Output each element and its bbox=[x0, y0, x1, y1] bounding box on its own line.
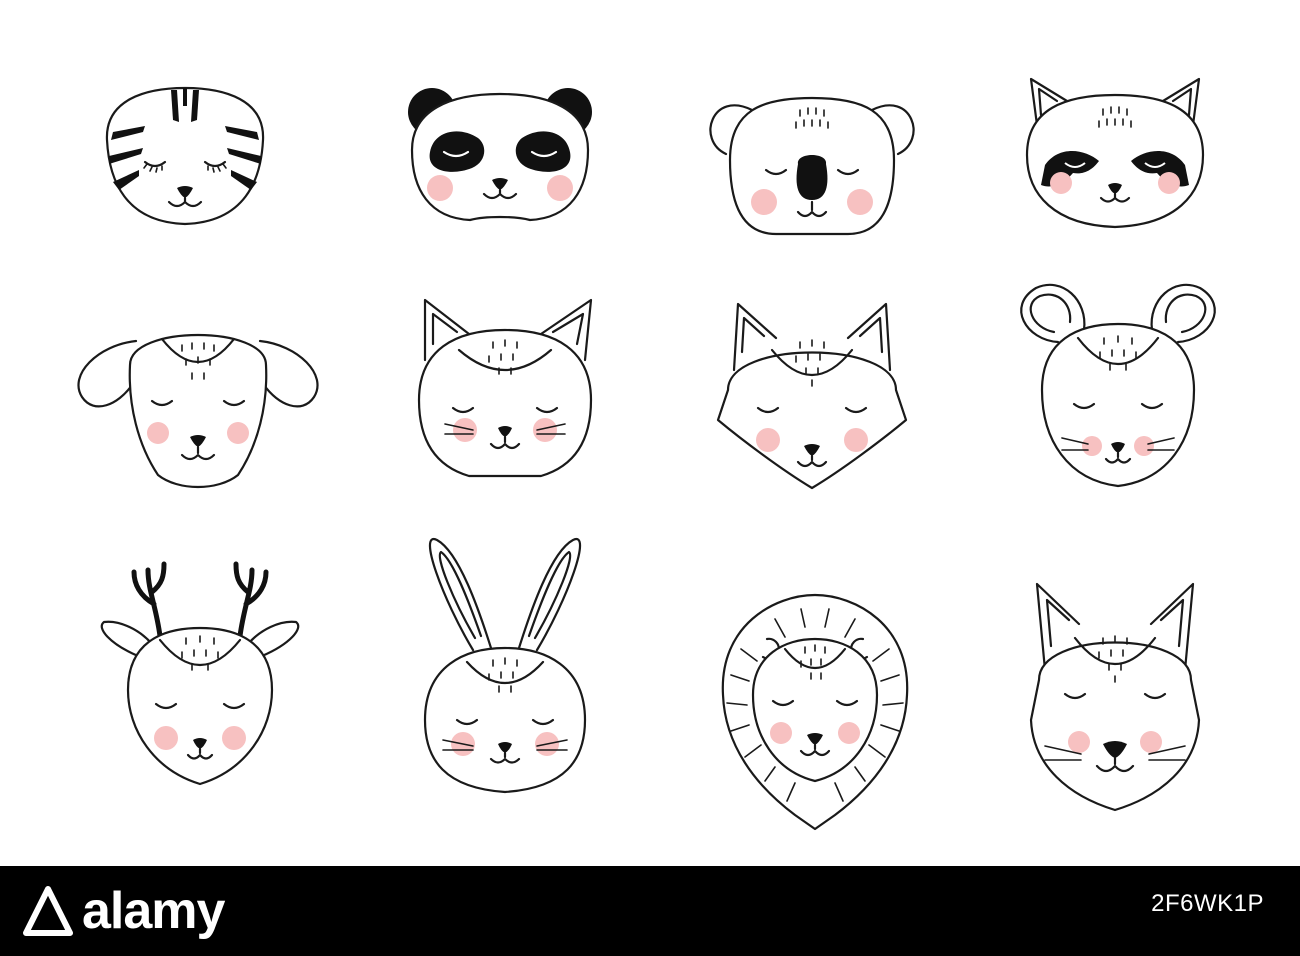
koala-face bbox=[709, 96, 915, 236]
wolf-face bbox=[1029, 582, 1201, 812]
panda-face bbox=[408, 88, 592, 222]
fox-face bbox=[716, 302, 908, 490]
mouse-face bbox=[1020, 283, 1216, 488]
image-id: 2F6WK1P bbox=[1151, 890, 1264, 917]
animal-faces-illustration bbox=[77, 77, 1216, 831]
brand-name: alamy bbox=[82, 882, 225, 940]
stock-footer-bar: alamy 2F6WK1P bbox=[0, 866, 1300, 956]
brand-logo[interactable]: alamy bbox=[20, 876, 225, 946]
cat-face bbox=[417, 298, 593, 478]
deer-face bbox=[100, 561, 300, 786]
tiger-face bbox=[105, 86, 265, 226]
dog-face bbox=[77, 334, 319, 489]
lion-face bbox=[721, 593, 909, 831]
raccoon-face bbox=[1025, 77, 1205, 229]
rabbit-face bbox=[423, 537, 587, 794]
alamy-logo-icon bbox=[23, 886, 73, 936]
